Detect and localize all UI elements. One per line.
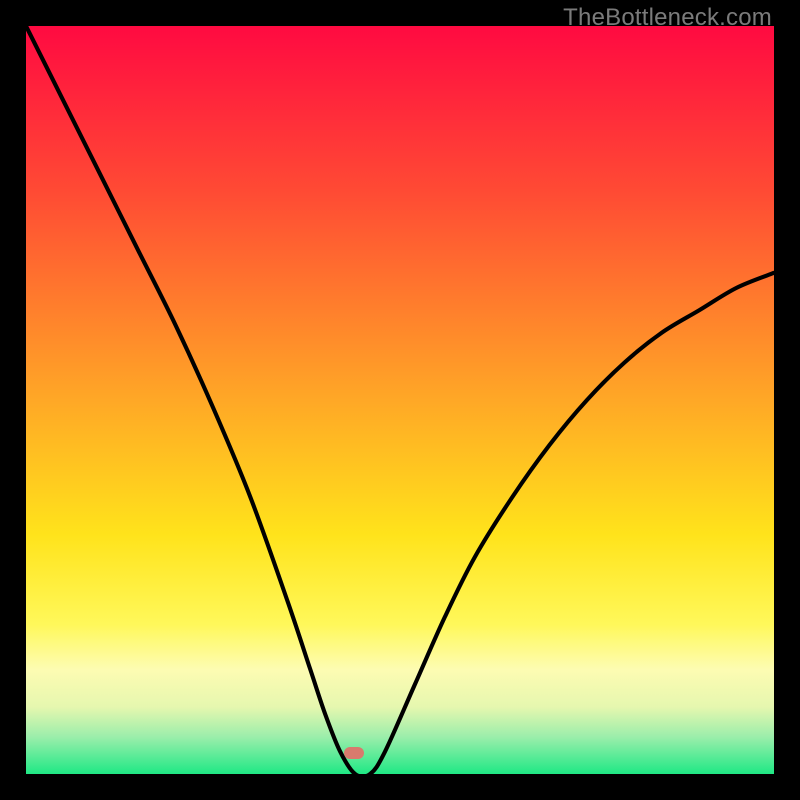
optimal-marker <box>344 747 364 759</box>
chart-stage: TheBottleneck.com <box>0 0 800 800</box>
bottleneck-curve <box>26 26 774 774</box>
plot-area <box>26 26 774 774</box>
